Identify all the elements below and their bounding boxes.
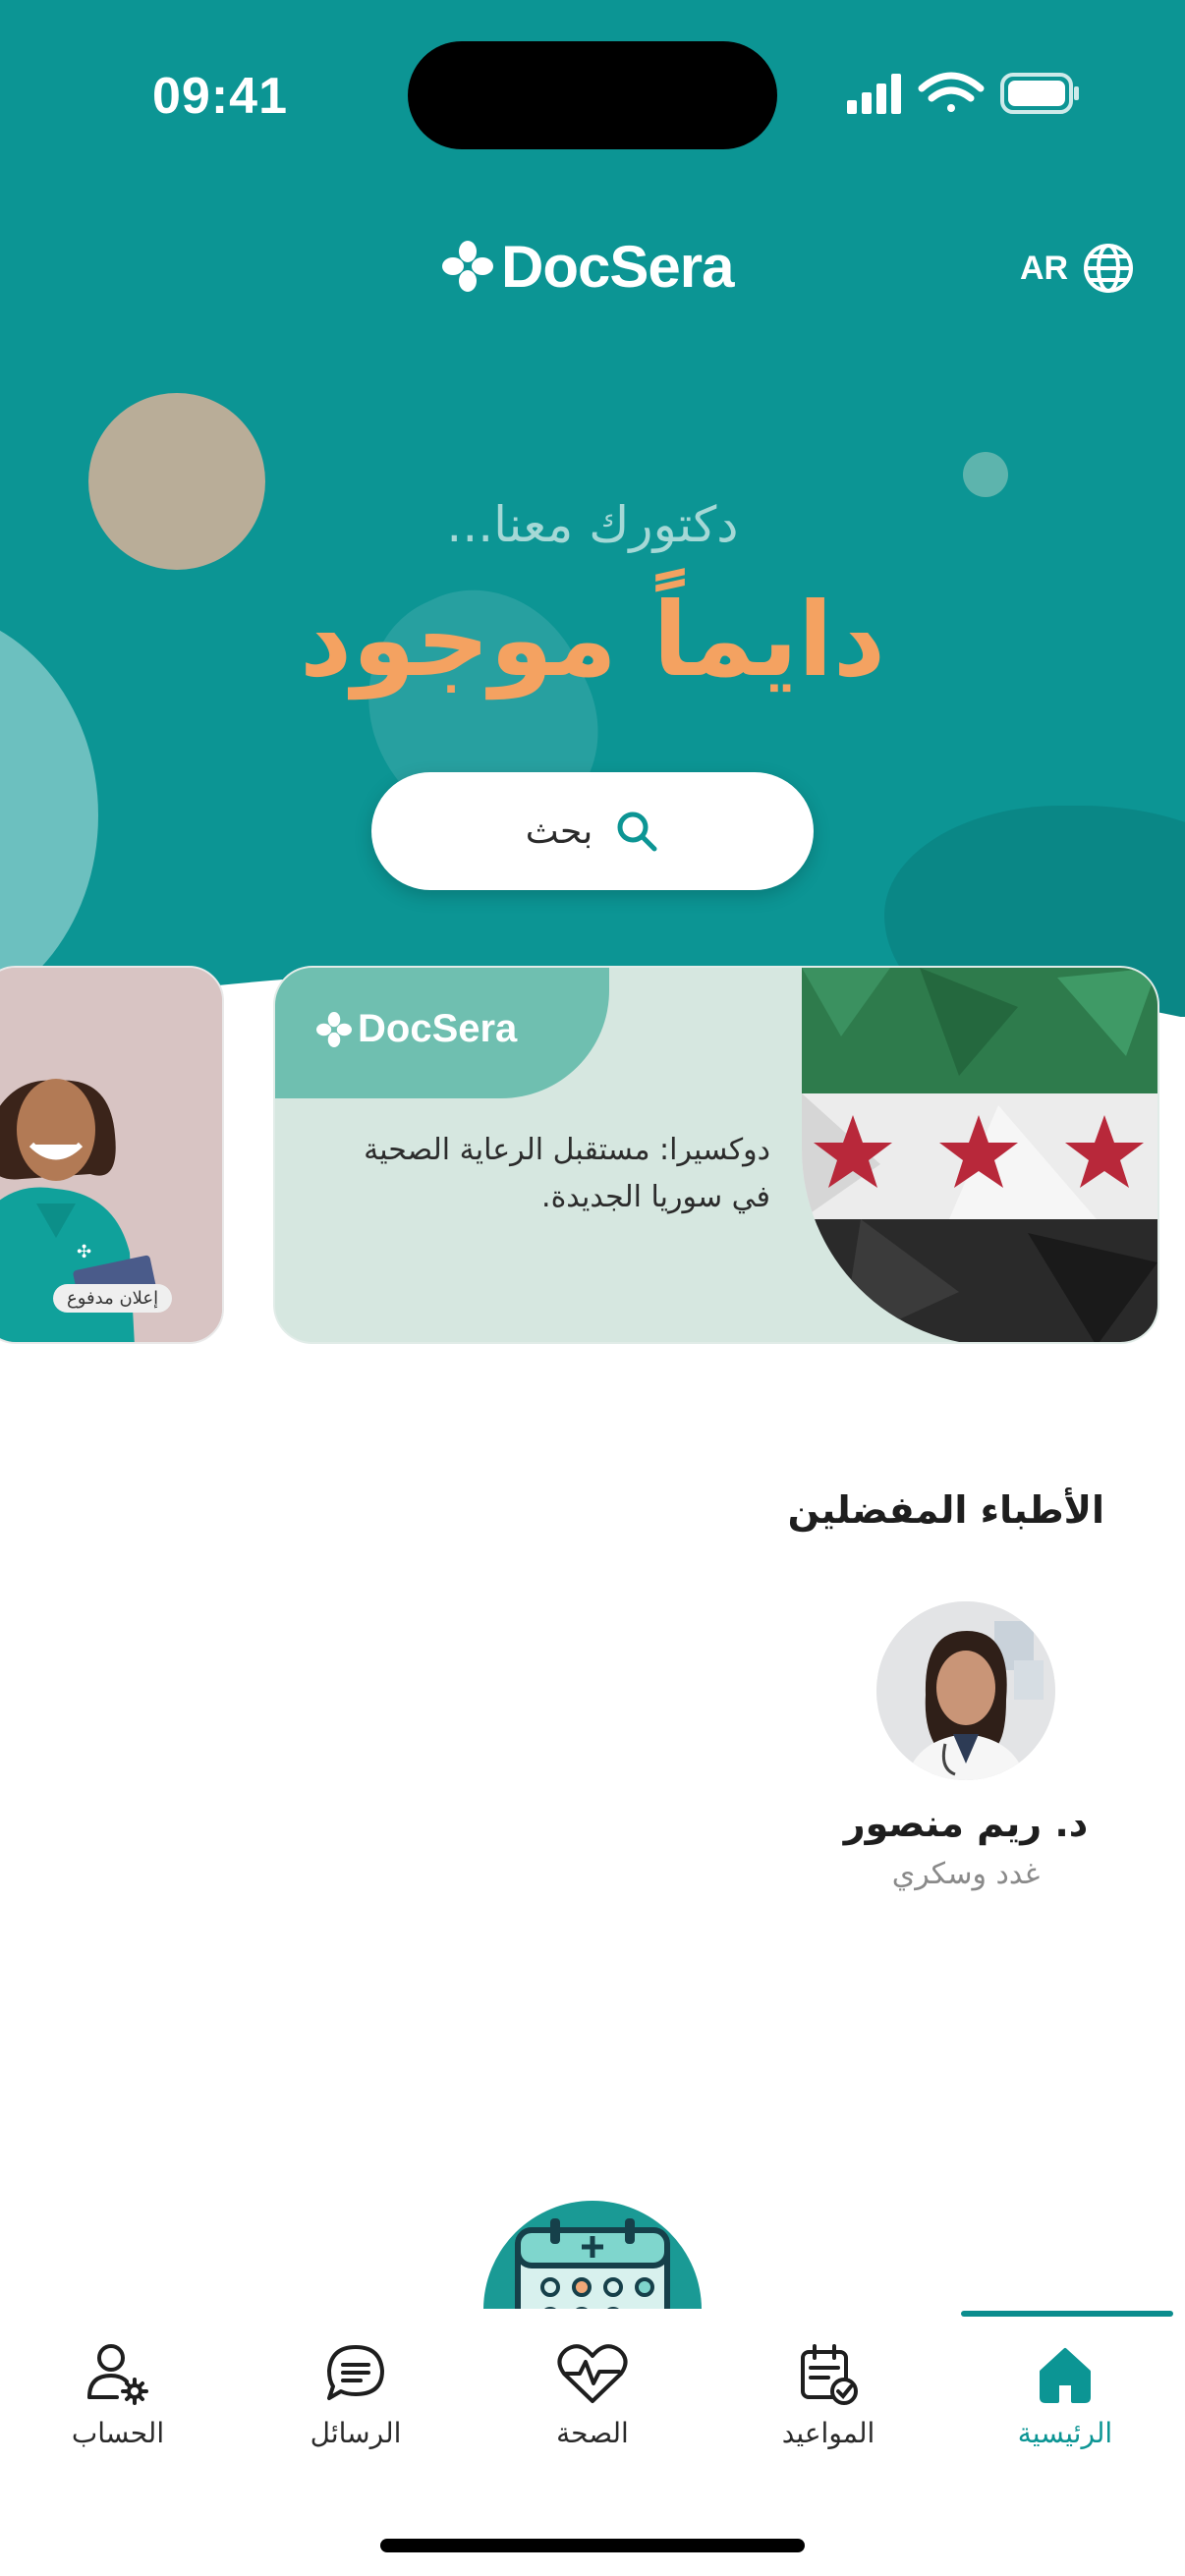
promo-text-line: دوكسيرا: مستقبل الرعاية الصحية: [364, 1133, 770, 1167]
doctor-name[interactable]: د. ريم منصور: [825, 1802, 1106, 1845]
status-time: 09:41: [152, 68, 288, 125]
paid-ad-badge: إعلان مدفوع: [53, 1284, 173, 1313]
nav-label: المواعيد: [781, 2417, 875, 2449]
globe-icon: [1084, 244, 1134, 293]
active-tab-indicator: [961, 2311, 1173, 2317]
nav-label: الحساب: [71, 2417, 165, 2449]
nav-account[interactable]: الحساب: [10, 2340, 226, 2458]
signal-icon: [847, 74, 901, 114]
dynamic-island: [408, 41, 777, 149]
favorites-title: الأطباء المفضلين: [787, 1488, 1104, 1532]
heart-pulse-icon: [557, 2344, 628, 2403]
calendar-check-icon: [801, 2344, 858, 2405]
decorative-circle: [963, 452, 1008, 497]
home-indicator[interactable]: [380, 2539, 805, 2552]
search-icon: [617, 812, 657, 852]
tagline: دكتورك معنا...: [446, 496, 739, 553]
search-button[interactable]: بحث: [371, 772, 814, 890]
syria-flag-image: [802, 968, 1157, 1342]
wifi-icon: [918, 72, 985, 112]
promo-card-text: دوكسيرا: مستقبل الرعاية الصحية في سوريا …: [314, 1127, 770, 1221]
docsera-logo-icon: [316, 1011, 352, 1047]
docsera-logo-icon: [442, 241, 493, 292]
chat-bubble-icon: [327, 2345, 384, 2400]
brand-logo: DocSera: [442, 232, 734, 301]
ad-card[interactable]: ✣ إعلان مدفوع: [0, 966, 224, 1344]
battery-icon: [1000, 73, 1079, 114]
brand-name: DocSera: [501, 233, 734, 300]
nav-messages[interactable]: الرسائل: [248, 2340, 464, 2458]
svg-text:✣: ✣: [77, 1242, 91, 1262]
nav-label: الصحة: [556, 2417, 629, 2449]
nav-label: الرسائل: [310, 2417, 402, 2449]
calendar-illustration: [483, 2201, 702, 2309]
promo-card[interactable]: DocSera دوكسيرا: مستقبل الرعاية الصحية ف…: [273, 966, 1159, 1344]
home-icon: [1040, 2348, 1091, 2403]
promo-card-logo: DocSera: [316, 1007, 517, 1051]
promo-card-brand: DocSera: [358, 1007, 518, 1050]
nav-appointments[interactable]: المواعيد: [720, 2340, 936, 2458]
promo-text-line: في سوريا الجديدة.: [541, 1180, 770, 1214]
doctor-specialty: غدد وسكري: [891, 1857, 1041, 1891]
bottom-nav: الرئيسية المواعيد الصحة الرسائل الحساب: [0, 2311, 1185, 2576]
status-icons: [847, 69, 1083, 118]
language-label: AR: [1020, 249, 1069, 287]
search-label: بحث: [525, 811, 593, 852]
language-switcher[interactable]: AR: [1020, 242, 1135, 295]
nav-health[interactable]: الصحة: [484, 2340, 701, 2458]
hero-header: 09:41 DocSera AR دكتورك معنا... دايماً م…: [0, 0, 1185, 1017]
user-settings-icon: [87, 2344, 148, 2405]
nav-label: الرئيسية: [1017, 2417, 1113, 2449]
headline: دايماً موجود: [299, 580, 886, 700]
nav-home[interactable]: الرئيسية: [957, 2340, 1173, 2458]
doctor-avatar[interactable]: [876, 1601, 1055, 1780]
